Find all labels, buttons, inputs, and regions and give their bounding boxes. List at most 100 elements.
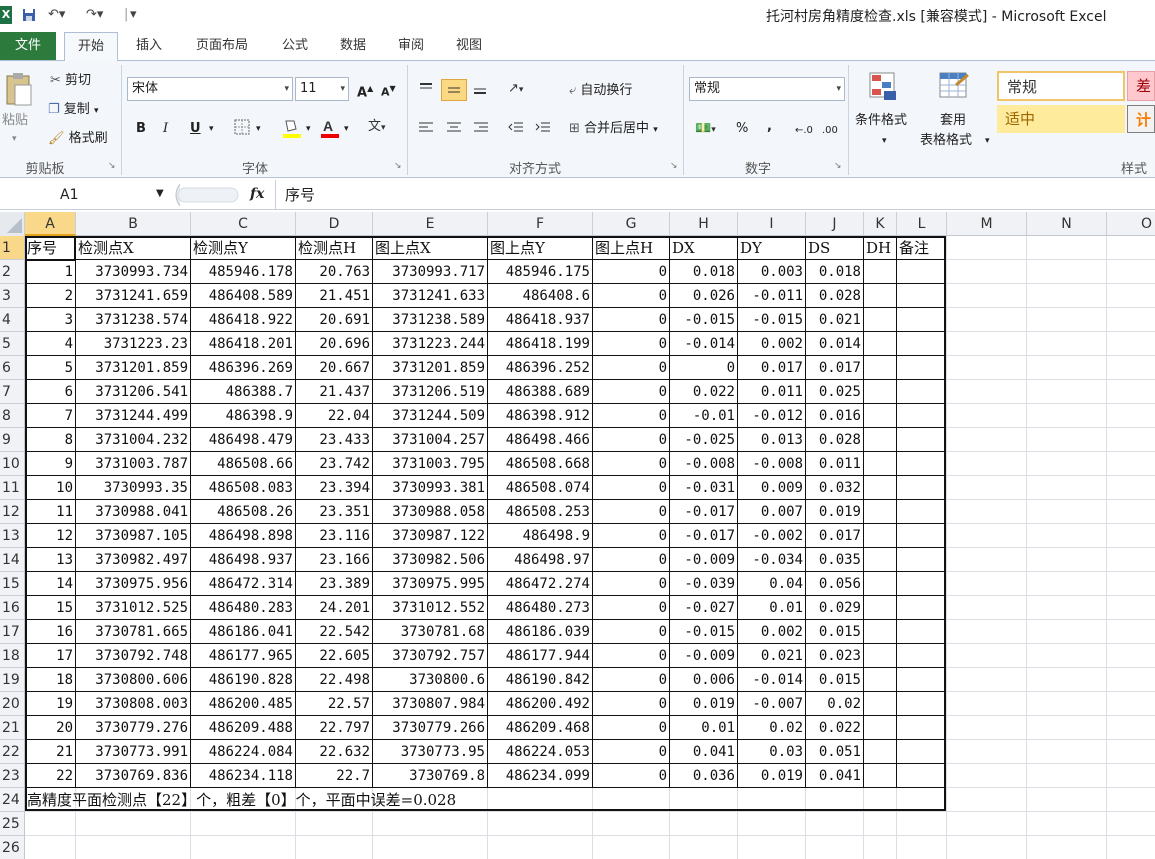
table-cell[interactable]: 24.201 xyxy=(296,596,373,620)
orientation-icon[interactable]: ↗▾ xyxy=(508,81,523,98)
column-header-j[interactable]: J xyxy=(806,212,864,236)
font-launcher-icon[interactable]: ↘ xyxy=(394,161,402,171)
table-cell[interactable]: 3731012.525 xyxy=(76,596,191,620)
table-cell[interactable]: 0.028 xyxy=(806,284,864,308)
table-cell[interactable]: 11 xyxy=(25,500,76,524)
table-cell[interactable]: 3731201.859 xyxy=(373,356,488,380)
name-box-dropdown-icon[interactable]: ▼ xyxy=(156,188,164,199)
table-cell[interactable]: 3730987.122 xyxy=(373,524,488,548)
table-cell[interactable]: 0.021 xyxy=(806,308,864,332)
table-cell[interactable]: 12 xyxy=(25,524,76,548)
summary-cell[interactable]: 高精度平面检测点【22】个，粗差【0】个，平面中误差=0.028 xyxy=(25,788,947,812)
table-cell[interactable]: 486224.084 xyxy=(191,740,296,764)
table-cell[interactable]: 486177.965 xyxy=(191,644,296,668)
table-cell[interactable]: 3730773.991 xyxy=(76,740,191,764)
table-cell[interactable]: 20.763 xyxy=(296,260,373,284)
table-cell[interactable]: 0.023 xyxy=(806,644,864,668)
table-cell[interactable]: -0.031 xyxy=(670,476,738,500)
column-header-b[interactable]: B xyxy=(76,212,191,236)
table-cell[interactable]: 22.632 xyxy=(296,740,373,764)
table-cell[interactable]: 486508.253 xyxy=(488,500,593,524)
table-cell[interactable]: 23.166 xyxy=(296,548,373,572)
header-cell[interactable]: 图上点H xyxy=(593,236,670,260)
table-cell[interactable]: 10 xyxy=(25,476,76,500)
undo-icon[interactable]: ↶▾ xyxy=(48,8,65,22)
row-header-17[interactable]: 17 xyxy=(0,620,25,644)
table-cell[interactable]: 0.01 xyxy=(670,716,738,740)
table-cell[interactable]: 22.7 xyxy=(296,764,373,788)
table-cell[interactable]: 0.022 xyxy=(806,716,864,740)
table-cell[interactable]: 485946.178 xyxy=(191,260,296,284)
table-cell[interactable]: 13 xyxy=(25,548,76,572)
table-cell[interactable]: 486234.118 xyxy=(191,764,296,788)
cut-button[interactable]: ✂ 剪切 xyxy=(50,73,91,89)
table-cell[interactable]: 3730993.381 xyxy=(373,476,488,500)
table-cell[interactable]: 0.041 xyxy=(670,740,738,764)
row-header-4[interactable]: 4 xyxy=(0,308,25,332)
align-left-icon[interactable] xyxy=(418,121,434,140)
table-cell[interactable]: 486200.485 xyxy=(191,692,296,716)
fill-color-dropdown-icon[interactable]: ▾ xyxy=(306,121,311,137)
table-cell[interactable]: 486498.466 xyxy=(488,428,593,452)
table-cell[interactable]: 23.389 xyxy=(296,572,373,596)
table-cell[interactable]: -0.017 xyxy=(670,524,738,548)
table-cell[interactable]: -0.039 xyxy=(670,572,738,596)
conditional-formatting-button[interactable]: 条件格式 xyxy=(855,113,907,129)
chevron-down-icon[interactable]: ▾ xyxy=(882,133,887,149)
row-header-23[interactable]: 23 xyxy=(0,764,25,788)
row-header-22[interactable]: 22 xyxy=(0,740,25,764)
table-cell[interactable]: 23.116 xyxy=(296,524,373,548)
tab-review[interactable]: 审阅 xyxy=(388,32,434,60)
table-cell[interactable]: 0.019 xyxy=(738,764,806,788)
table-cell[interactable]: 3730781.68 xyxy=(373,620,488,644)
column-header-i[interactable]: I xyxy=(738,212,806,236)
table-cell[interactable]: -0.015 xyxy=(670,620,738,644)
row-header-26[interactable]: 26 xyxy=(0,836,25,859)
table-cell[interactable]: 15 xyxy=(25,596,76,620)
font-name-combo[interactable]: 宋体 ▾ xyxy=(127,77,293,101)
table-cell[interactable]: 0 xyxy=(593,452,670,476)
table-cell[interactable]: 486508.074 xyxy=(488,476,593,500)
row-header-5[interactable]: 5 xyxy=(0,332,25,356)
currency-icon[interactable]: 💵▾ xyxy=(695,121,716,138)
table-cell[interactable]: 486472.314 xyxy=(191,572,296,596)
tab-file[interactable]: 文件 xyxy=(0,32,56,60)
merge-center-button[interactable]: ⊞ 合并后居中 ▾ xyxy=(569,121,658,138)
table-cell[interactable]: 486508.26 xyxy=(191,500,296,524)
row-header-11[interactable]: 11 xyxy=(0,476,25,500)
insert-function-icon[interactable]: fx xyxy=(250,186,264,202)
table-cell[interactable]: 0 xyxy=(593,644,670,668)
save-icon[interactable] xyxy=(22,8,36,26)
table-cell[interactable]: 0 xyxy=(593,692,670,716)
format-as-table-icon[interactable] xyxy=(938,71,970,106)
table-cell[interactable]: 486396.252 xyxy=(488,356,593,380)
column-header-g[interactable]: G xyxy=(593,212,670,236)
decrease-decimal-icon[interactable]: .00 xyxy=(822,123,838,139)
table-cell[interactable]: 3731223.244 xyxy=(373,332,488,356)
table-cell[interactable]: 19 xyxy=(25,692,76,716)
column-header-c[interactable]: C xyxy=(191,212,296,236)
table-cell[interactable]: 0.003 xyxy=(738,260,806,284)
table-cell[interactable]: -0.01 xyxy=(670,404,738,428)
table-cell[interactable]: 0 xyxy=(593,668,670,692)
row-header-8[interactable]: 8 xyxy=(0,404,25,428)
header-cell[interactable]: 检测点X xyxy=(76,236,191,260)
table-cell[interactable]: 0.029 xyxy=(806,596,864,620)
header-cell[interactable]: 图上点X xyxy=(373,236,488,260)
tab-home[interactable]: 开始 xyxy=(64,32,118,61)
formula-input[interactable]: 序号 xyxy=(285,184,315,206)
table-cell[interactable]: 0.021 xyxy=(738,644,806,668)
table-cell[interactable]: 3730781.665 xyxy=(76,620,191,644)
table-cell[interactable]: 486498.479 xyxy=(191,428,296,452)
table-cell[interactable]: 486472.274 xyxy=(488,572,593,596)
underline-dropdown-icon[interactable]: ▾ xyxy=(209,121,214,137)
table-cell[interactable]: -0.015 xyxy=(670,308,738,332)
excel-logo-icon[interactable]: X xyxy=(0,6,12,24)
table-cell[interactable]: 0 xyxy=(593,716,670,740)
table-cell[interactable]: 0 xyxy=(670,356,738,380)
table-cell[interactable]: 20 xyxy=(25,716,76,740)
conditional-formatting-icon[interactable] xyxy=(868,71,898,106)
table-cell[interactable]: 3731206.519 xyxy=(373,380,488,404)
table-cell[interactable]: 3731003.787 xyxy=(76,452,191,476)
table-cell[interactable]: 486418.937 xyxy=(488,308,593,332)
